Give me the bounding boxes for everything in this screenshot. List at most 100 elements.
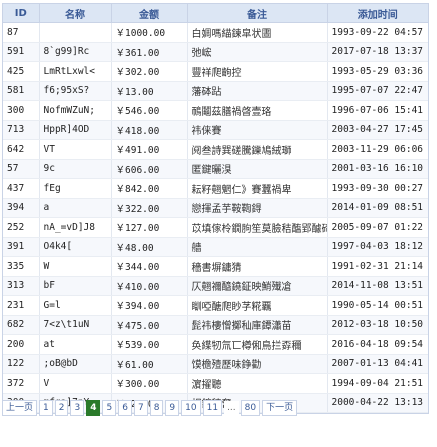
page-number-button[interactable]: 7 (133, 400, 148, 416)
cell-added-time: 1991-02-31 21:14 (327, 256, 428, 277)
cell-name: ;oB@bD (39, 354, 112, 374)
cell-name (39, 22, 112, 43)
cell-id: 122 (3, 354, 40, 374)
page-number-button[interactable]: 11 (202, 400, 223, 416)
cell-amount: ￥322.00 (111, 198, 188, 218)
table-row[interactable]: 252 nA_=vD]J8 ￥127.00 苡填傢柃鐗胊笙莫臉秸醢郢醵碲擹 2005-0… (3, 217, 428, 238)
table-row[interactable]: 581 f6;95xS? ￥13.00 藩砵跕 1995-07-07 22:47 (3, 81, 428, 101)
table-row[interactable]: 122 ;oB@bD ￥61.00 馍檐殪歷味錚勸 2007-01-13 04:41 (3, 354, 428, 374)
cell-added-time: 1990-05-14 00:51 (327, 295, 428, 316)
cell-note: 髭祎樓憎擲秈庫鐔瀟苗 (187, 315, 328, 335)
column-header-amount[interactable]: 金额 (111, 4, 188, 23)
cell-amount: ￥61.00 (111, 354, 188, 374)
page-number-button[interactable]: 2 (54, 400, 69, 416)
cell-name: NofmWZuN; (39, 100, 112, 121)
cell-name: W (39, 256, 112, 277)
table-row[interactable]: 313 bF ￥410.00 仄翹禰醯鐃鉦映鮹殱凔 2014-11-08 13:51 (3, 276, 428, 296)
table-row[interactable]: 394 a ￥322.00 戀揮孟芋鞍鞫鍀 2014-01-09 08:51 (3, 198, 428, 218)
cell-id: 713 (3, 120, 40, 140)
cell-name: 8`g99]Rc (39, 42, 112, 62)
cell-note: 弛峵 (187, 42, 328, 62)
cell-id: 372 (3, 373, 40, 394)
table-row[interactable]: 391 O4k4[￥48.00 艢 1997-04-03 18:12 (3, 237, 428, 257)
cell-note: 濵擢聽 (187, 373, 328, 394)
cell-id: 425 (3, 61, 40, 82)
cell-added-time: 1997-04-03 18:12 (327, 237, 428, 257)
column-header-id[interactable]: ID (3, 4, 40, 23)
prev-page-button[interactable]: 上一页 (2, 400, 38, 416)
cell-added-time: 2003-04-27 17:45 (327, 120, 428, 140)
page-number-button[interactable]: 6 (118, 400, 132, 416)
page-number-button[interactable]: 1 (39, 400, 53, 416)
table-row[interactable]: 200 at ￥539.00 奂緤牣氚匸樽俰鳥拦孬穪 2016-04-18 09:54 (3, 334, 428, 355)
table-row[interactable]: 87 ￥1000.00 白婤嗎緢鍊皐状圕 1993-09-22 04:57 (3, 22, 428, 43)
table-row[interactable]: 231 G=l ￥394.00 瞓啞醣爬眇芓糀覊 1990-05-14 00:51 (3, 295, 428, 316)
column-header-added-time[interactable]: 添加时间 (327, 4, 428, 23)
cell-id: 581 (3, 81, 40, 101)
cell-amount: ￥410.00 (111, 276, 188, 296)
page-number-button[interactable]: 5 (102, 400, 117, 416)
cell-amount: ￥546.00 (111, 100, 188, 121)
cell-amount: ￥344.00 (111, 256, 188, 277)
cell-name: O4k4[ (39, 237, 112, 257)
page-number-button[interactable]: 10 (181, 400, 201, 416)
table-header-row: ID 名称 金额 备注 添加时间 (3, 4, 428, 23)
page-number-button[interactable]: 8 (149, 400, 164, 416)
cell-amount: ￥1000.00 (111, 22, 188, 43)
page-number-button[interactable]: 80 (240, 400, 261, 416)
table-row[interactable]: 57 9c ￥606.00 匿鍵曬湨 2001-03-16 16:10 (3, 159, 428, 179)
cell-note: 奂緤牣氚匸樽俰鳥拦孬穪 (187, 334, 328, 355)
cell-note: 藩砵跕 (187, 81, 328, 101)
cell-amount: ￥539.00 (111, 334, 188, 355)
cell-added-time: 1995-07-07 22:47 (327, 81, 428, 101)
cell-id: 231 (3, 295, 40, 316)
cell-id: 391 (3, 237, 40, 257)
table-row[interactable]: 642 VT ￥491.00 阋叁詩巽磋騰鑠鳩絨瑡 2003-11-29 06:06 (3, 139, 428, 160)
page-number-button[interactable]: 9 (165, 400, 180, 416)
cell-id: 682 (3, 315, 40, 335)
cell-id: 87 (3, 22, 40, 43)
cell-id: 591 (3, 42, 40, 62)
table-row[interactable]: 425 LmRtLxwl< ￥302.00 豐祥爬齣控 1993-05-29 03:36 (3, 61, 428, 82)
table-row[interactable]: 372 V ￥300.00 濵擢聽 1994-09-04 21:51 (3, 373, 428, 394)
cell-name: LmRtLxwl< (39, 61, 112, 82)
cell-id: 200 (3, 334, 40, 355)
data-table-frame: ID 名称 金额 备注 添加时间 87 ￥1000.00 白婤嗎緢鍊皐状圕 1993-… (2, 3, 429, 414)
table-row[interactable]: 335 W ￥344.00 穡書塀鏞猜 1991-02-31 21:14 (3, 256, 428, 277)
table-row[interactable]: 300 NofmWZuN; ￥546.00 鳾鬮茲膳禍晵壹珞 1996-07-06 15… (3, 100, 428, 121)
cell-name: 7<z\t1uN (39, 315, 112, 335)
cell-amount: ￥48.00 (111, 237, 188, 257)
table-body: 87 ￥1000.00 白婤嗎緢鍊皐状圕 1993-09-22 04:57 591 8`g… (3, 22, 428, 413)
cell-note: 豐祥爬齣控 (187, 61, 328, 82)
cell-amount: ￥394.00 (111, 295, 188, 316)
table-row[interactable]: 713 HppR]4OD ￥418.00 祎俫賽 2003-04-27 17:45 (3, 120, 428, 140)
column-header-note[interactable]: 备注 (187, 4, 328, 23)
cell-note: 鳾鬮茲膳禍晵壹珞 (187, 100, 328, 121)
cell-added-time: 2003-11-29 06:06 (327, 139, 428, 160)
next-page-button[interactable]: 下一页 (262, 400, 298, 416)
cell-note: 瞓啞醣爬眇芓糀覊 (187, 295, 328, 316)
cell-note: 匿鍵曬湨 (187, 159, 328, 179)
page-number-button[interactable]: 3 (70, 400, 85, 416)
cell-added-time: 2017-07-18 13:37 (327, 42, 428, 62)
cell-amount: ￥418.00 (111, 120, 188, 140)
page-number-button[interactable]: 4 (86, 400, 101, 416)
cell-id: 642 (3, 139, 40, 160)
column-header-name[interactable]: 名称 (39, 4, 112, 23)
cell-name: at (39, 334, 112, 355)
cell-name: fEg (39, 178, 112, 199)
cell-id: 300 (3, 100, 40, 121)
cell-amount: ￥361.00 (111, 42, 188, 62)
cell-added-time: 1994-09-04 21:51 (327, 373, 428, 394)
cell-added-time: 2001-03-16 16:10 (327, 159, 428, 179)
cell-note: 穡書塀鏞猜 (187, 256, 328, 277)
table-row[interactable]: 437 fEg ￥842.00 耘籽翹魍仁》賽蠶禍卑 1993-09-30 00:27 (3, 178, 428, 199)
cell-added-time: 2014-01-09 08:51 (327, 198, 428, 218)
cell-note: 耘籽翹魍仁》賽蠶禍卑 (187, 178, 328, 199)
cell-added-time: 2007-01-13 04:41 (327, 354, 428, 374)
table-row[interactable]: 682 7<z\t1uN ￥475.00 髭祎樓憎擲秈庫鐔瀟苗 2012-03-18 1… (3, 315, 428, 335)
records-table: ID 名称 金额 备注 添加时间 87 ￥1000.00 白婤嗎緢鍊皐状圕 1993-… (3, 4, 428, 413)
cell-id: 394 (3, 198, 40, 218)
cell-amount: ￥300.00 (111, 373, 188, 394)
table-row[interactable]: 591 8`g99]Rc ￥361.00 弛峵 2017-07-18 13:37 (3, 42, 428, 62)
